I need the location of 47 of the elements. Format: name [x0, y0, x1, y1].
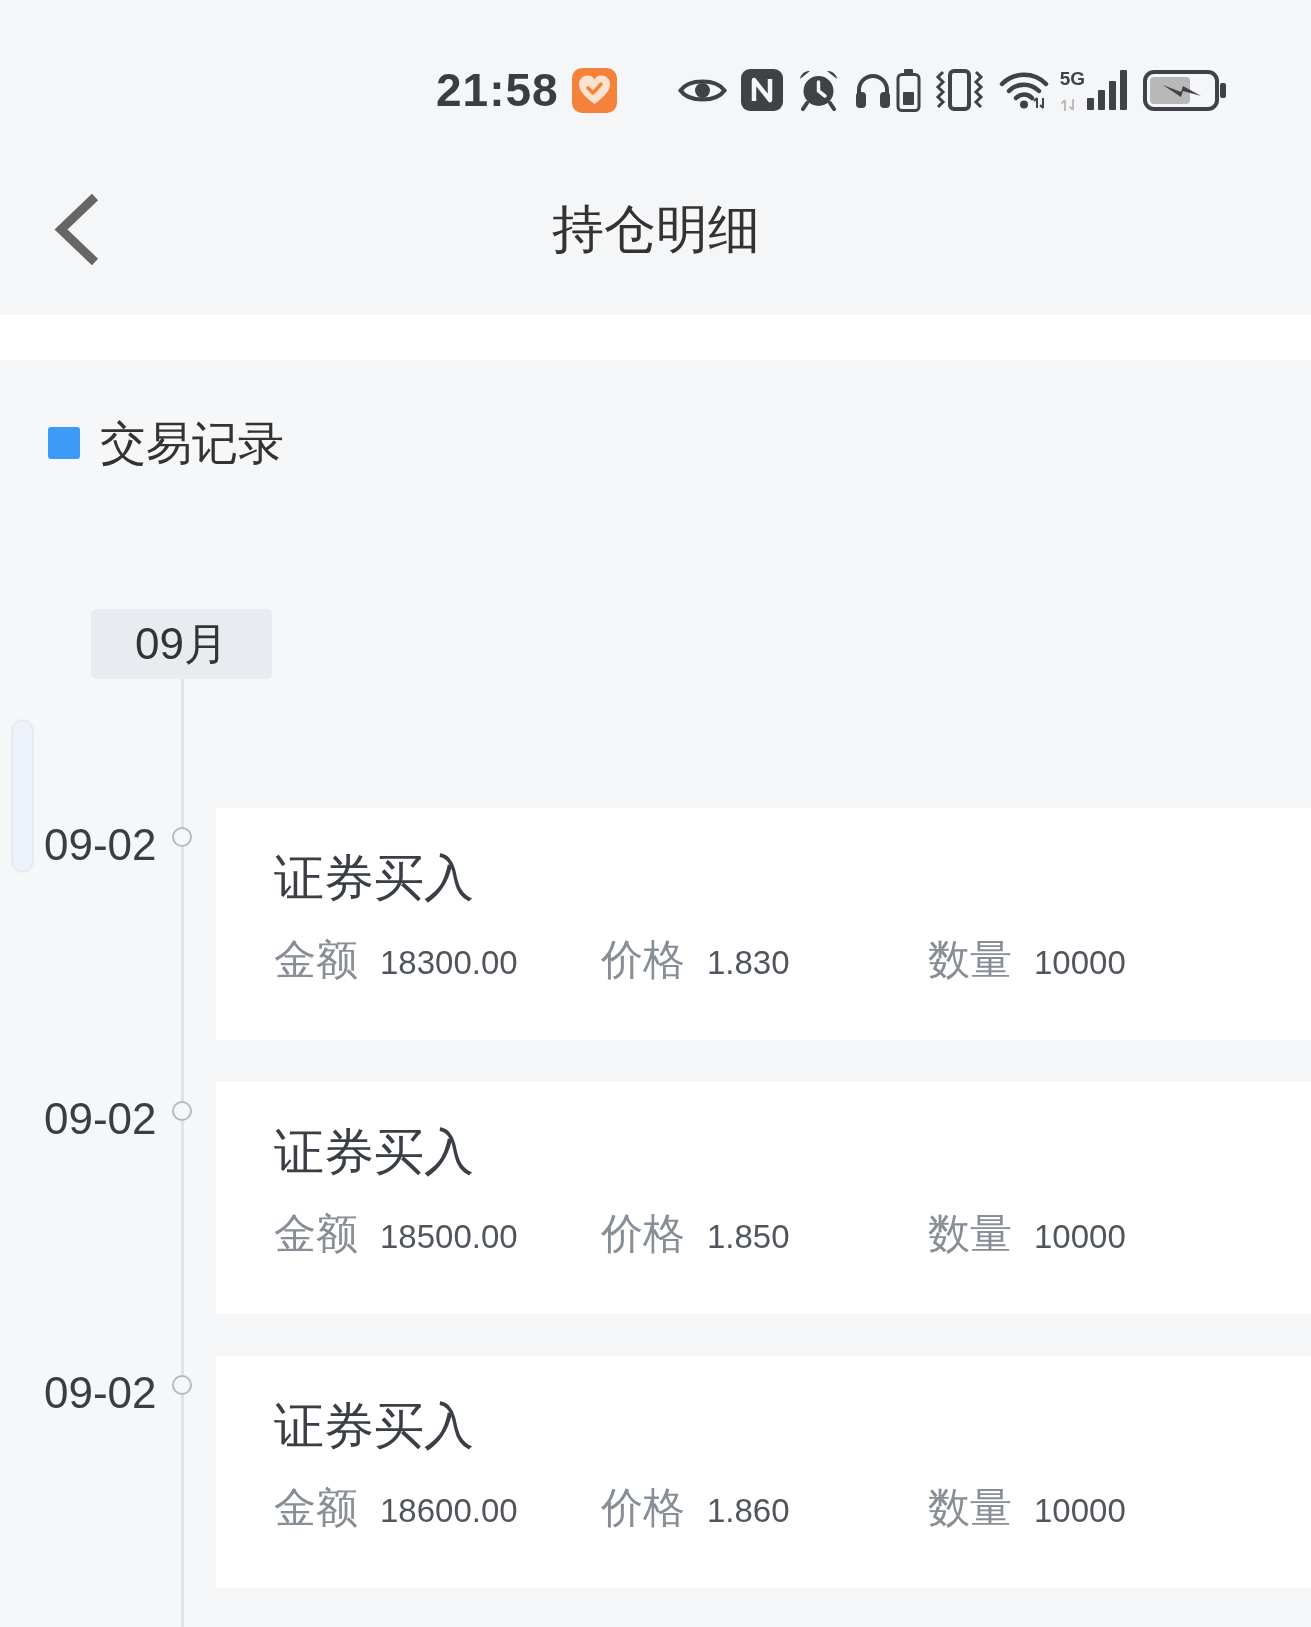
back-button[interactable]	[52, 192, 100, 267]
field-label: 价格	[601, 1211, 685, 1258]
battery-level-icon	[895, 68, 921, 112]
page-title: 持仓明细	[551, 200, 760, 259]
field-value: 10000	[1034, 945, 1126, 982]
record-title: 证券买入	[274, 1401, 474, 1451]
field-label: 价格	[601, 1485, 685, 1532]
field-value: 1.860	[707, 1493, 790, 1530]
record-date: 09-02	[44, 1369, 158, 1418]
vibrate-icon	[934, 69, 984, 111]
field-value: 1.830	[707, 945, 790, 982]
headphones-icon	[854, 72, 891, 108]
field-label: 金额	[274, 1485, 358, 1532]
nfc-icon	[740, 69, 783, 111]
chevron-left-icon	[52, 192, 100, 267]
timeline-node-icon	[172, 827, 192, 847]
signal-icon	[1087, 70, 1127, 110]
field-label: 价格	[601, 937, 685, 984]
timeline-node-icon	[172, 1375, 192, 1395]
field-value: 18500.00	[380, 1219, 518, 1256]
record-date: 09-02	[44, 821, 158, 870]
status-time: 21:58	[436, 67, 559, 113]
section-title: 交易记录	[100, 420, 284, 466]
field-value: 10000	[1034, 1493, 1126, 1530]
field-label: 数量	[928, 937, 1012, 984]
field-label: 数量	[928, 1485, 1012, 1532]
field-value: 10000	[1034, 1219, 1126, 1256]
record-title: 证券买入	[274, 1127, 474, 1177]
record-card[interactable]: 证券买入 金额 18500.00 价格 1.850 数量 10000	[216, 1082, 1311, 1314]
month-label: 09月	[91, 609, 272, 679]
record-card[interactable]: 证券买入 金额 18600.00 价格 1.860 数量 10000	[216, 1356, 1311, 1588]
field-label: 数量	[928, 1211, 1012, 1258]
field-value: 18300.00	[380, 945, 518, 982]
network-type-label: 5G	[1059, 69, 1085, 88]
field-label: 金额	[274, 1211, 358, 1258]
alarm-clock-icon	[797, 69, 839, 111]
timeline-node-icon	[172, 1101, 192, 1121]
battery-charging-icon	[1143, 69, 1226, 111]
field-value: 18600.00	[380, 1493, 518, 1530]
field-label: 金额	[274, 937, 358, 984]
record-title: 证券买入	[274, 853, 474, 903]
field-value: 1.850	[707, 1219, 790, 1256]
heart-check-app-icon	[571, 67, 617, 113]
record-date: 09-02	[44, 1095, 158, 1144]
record-card[interactable]: 证券买入 金额 18300.00 价格 1.830 数量 10000	[216, 808, 1311, 1040]
section-marker-icon	[48, 427, 80, 459]
wifi-icon	[998, 71, 1049, 109]
